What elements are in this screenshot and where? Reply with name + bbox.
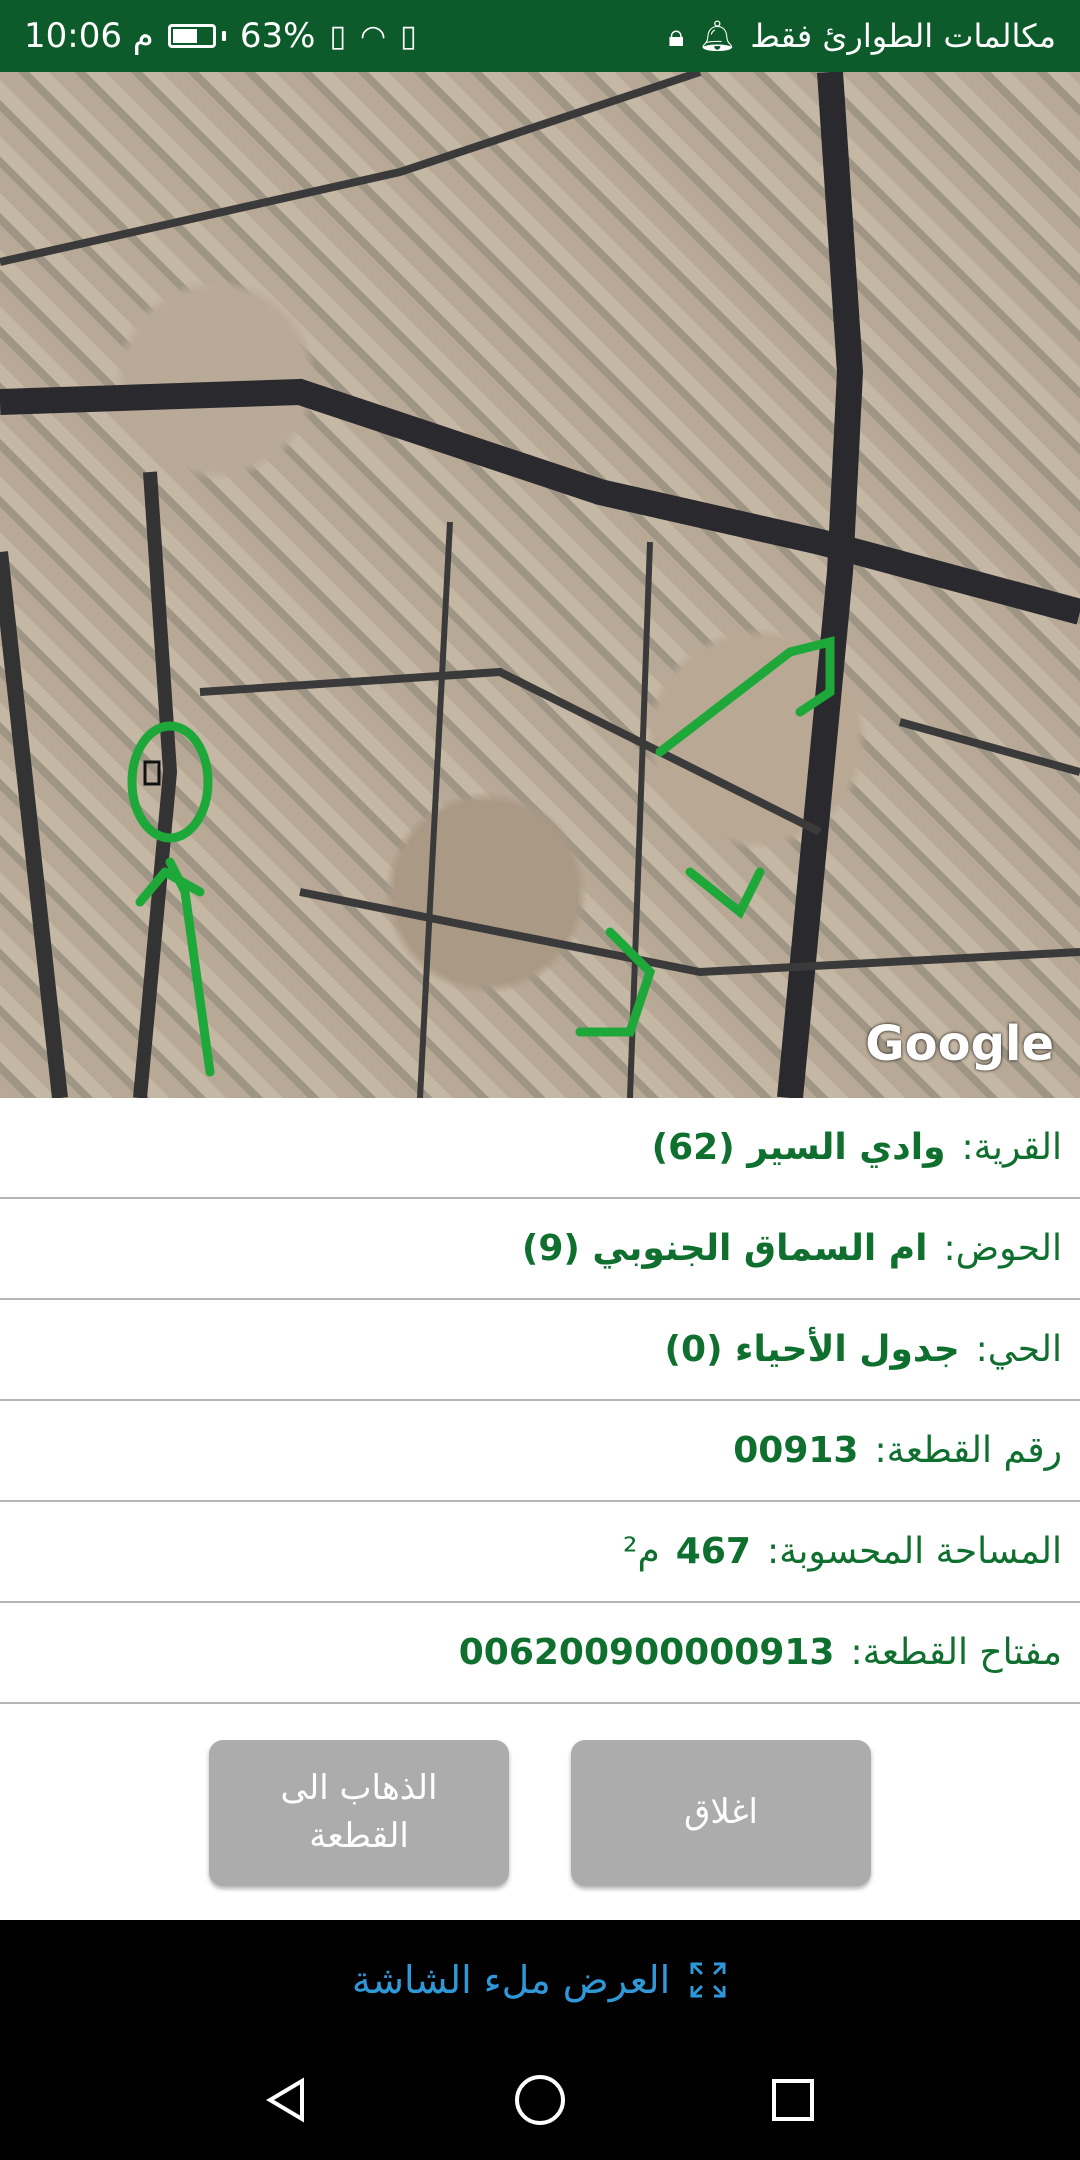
fullscreen-icon [688, 1960, 728, 2000]
village-row: القرية: وادي السير (62) [0, 1098, 1080, 1199]
lock-icon: 🔒︎ [668, 18, 685, 54]
parcel-key-row: مفتاح القطعة: 006200900000913 [0, 1603, 1080, 1704]
district-label: الحي: [975, 1329, 1062, 1370]
back-button[interactable] [252, 2065, 322, 2135]
fullscreen-button[interactable]: العرض ملء الشاشة [0, 1920, 1080, 2040]
satellite-map[interactable]: Google [0, 72, 1080, 1098]
parcel-key-label: مفتاح القطعة: [850, 1632, 1062, 1673]
vibrate-icon: ▯ [400, 18, 417, 54]
status-right: مكالمات الطوارئ فقط 🔔︎ 🔒︎ [668, 17, 1056, 55]
village-label: القرية: [961, 1127, 1063, 1168]
area-unit: م² [623, 1531, 660, 1572]
home-button[interactable] [505, 2065, 575, 2135]
parcel-number-label: رقم القطعة: [874, 1430, 1062, 1471]
clock: 10:06 م [24, 16, 154, 56]
area-value: 467 [675, 1531, 751, 1572]
fullscreen-label: العرض ملء الشاشة [351, 1958, 671, 2002]
wifi-icon: ◠ [359, 18, 387, 54]
sim-icon: ▯ [329, 18, 346, 54]
parcel-key-value: 006200900000913 [458, 1632, 835, 1673]
navigation-bar [0, 2040, 1080, 2160]
parcel-info: القرية: وادي السير (62) الحوض: ام السماق… [0, 1098, 1080, 1704]
district-row: الحي: جدول الأحياء (0) [0, 1300, 1080, 1401]
status-left: 10:06 م 63% ▯ ◠ ▯ [24, 16, 417, 56]
bell-icon: 🔔︎ [698, 18, 737, 54]
district-value: جدول الأحياء (0) [664, 1329, 960, 1370]
area-row: المساحة المحسوبة: 467 م² [0, 1502, 1080, 1603]
map-roads [0, 72, 1080, 1098]
battery-percent: 63% [239, 16, 316, 56]
parcel-number-value: 00913 [733, 1430, 859, 1471]
back-icon [265, 2077, 304, 2123]
basin-value: ام السماق الجنوبي (9) [521, 1228, 928, 1269]
parcel-number-row: رقم القطعة: 00913 [0, 1401, 1080, 1502]
home-icon [514, 2075, 565, 2125]
village-value: وادي السير (62) [651, 1127, 946, 1168]
recents-button[interactable] [758, 2065, 828, 2135]
area-label: المساحة المحسوبة: [766, 1531, 1062, 1572]
recents-icon [772, 2079, 815, 2121]
annotation-drawing [127, 636, 835, 1077]
battery-icon [167, 24, 226, 48]
status-bar: 10:06 م 63% ▯ ◠ ▯ مكالمات الطوارئ فقط 🔔︎… [0, 0, 1080, 72]
basin-label: الحوض: [943, 1228, 1062, 1269]
carrier-text: مكالمات الطوارئ فقط [750, 17, 1056, 55]
go-to-parcel-button[interactable]: الذهاب الى القطعة [209, 1740, 509, 1886]
google-logo: Google [865, 1016, 1054, 1072]
close-button[interactable]: اغلاق [571, 1740, 871, 1886]
action-buttons: الذهاب الى القطعة اغلاق [0, 1740, 1080, 1890]
basin-row: الحوض: ام السماق الجنوبي (9) [0, 1199, 1080, 1300]
